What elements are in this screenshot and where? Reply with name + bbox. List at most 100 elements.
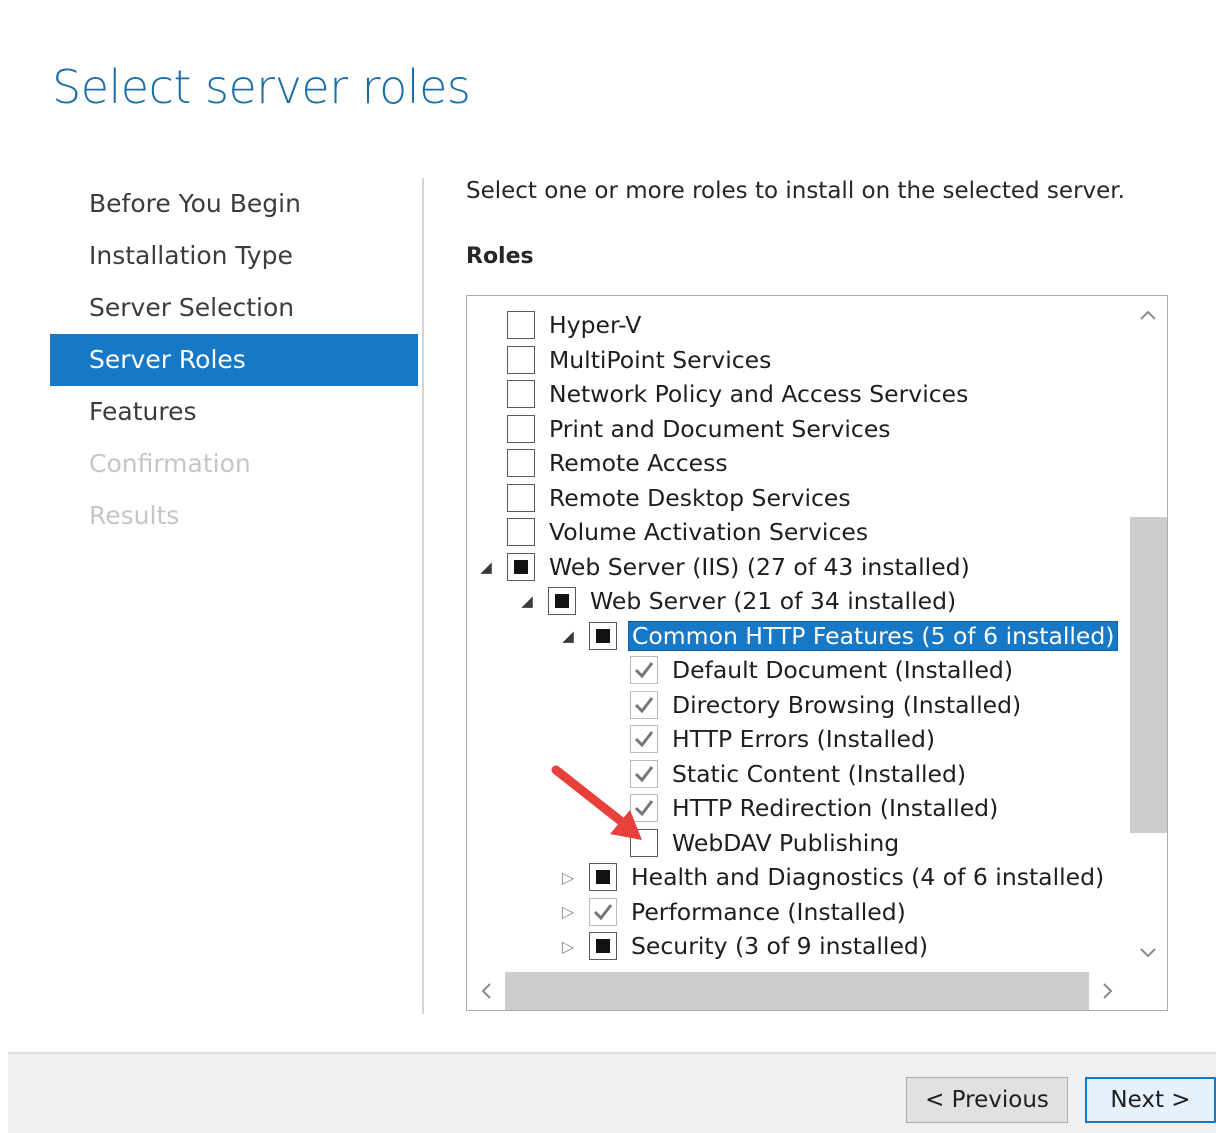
- vertical-scroll-thumb[interactable]: [1130, 517, 1167, 833]
- role-row[interactable]: HTTP Errors (Installed): [598, 722, 935, 756]
- horizontal-scroll-thumb[interactable]: [505, 972, 1089, 1010]
- role-row[interactable]: ◢ Web Server (IIS) (27 of 43 installed): [475, 550, 970, 584]
- scrollbar-corner: [1129, 972, 1167, 1010]
- checkbox-unchecked[interactable]: [507, 345, 535, 374]
- checkbox-indeterminate[interactable]: [589, 863, 617, 891]
- checkbox-unchecked[interactable]: [507, 311, 535, 339]
- role-label[interactable]: Network Policy and Access Services: [549, 380, 968, 408]
- role-row[interactable]: Directory Browsing (Installed): [598, 688, 1021, 722]
- collapsed-triangle-icon[interactable]: ▷: [557, 860, 579, 894]
- roles-label: Roles: [466, 244, 534, 269]
- checkbox-checked-disabled: [589, 897, 617, 926]
- nav-divider: [422, 178, 424, 1014]
- horizontal-scrollbar[interactable]: [467, 972, 1127, 1010]
- nav-item-server-roles[interactable]: Server Roles: [50, 334, 418, 386]
- role-label[interactable]: MultiPoint Services: [549, 346, 771, 374]
- chevron-down-icon[interactable]: [1129, 934, 1167, 972]
- checkbox-checked-disabled: [630, 656, 658, 684]
- role-label[interactable]: HTTP Redirection (Installed): [672, 794, 998, 822]
- next-button[interactable]: Next >: [1085, 1077, 1216, 1123]
- checkbox-checked-disabled: [630, 690, 658, 719]
- role-label[interactable]: Volume Activation Services: [549, 518, 868, 546]
- wizard-page: Select server roles Before You Begin Inst…: [8, 6, 1216, 1133]
- role-row[interactable]: Volume Activation Services: [475, 515, 868, 549]
- role-label[interactable]: Web Server (21 of 34 installed): [590, 587, 956, 615]
- checkbox-unchecked[interactable]: [507, 414, 535, 443]
- role-label[interactable]: Security (3 of 9 installed): [631, 932, 928, 960]
- role-row[interactable]: ◢ Common HTTP Features (5 of 6 installed): [557, 619, 1119, 653]
- role-label[interactable]: WebDAV Publishing: [672, 829, 899, 857]
- role-row[interactable]: Remote Access: [475, 446, 728, 480]
- expanded-triangle-icon[interactable]: ◢: [557, 619, 579, 653]
- indeterminate-mark: [596, 628, 610, 643]
- role-label[interactable]: Web Server (IIS) (27 of 43 installed): [549, 553, 970, 581]
- nav-item-confirmation: Confirmation: [89, 449, 251, 478]
- role-label[interactable]: Directory Browsing (Installed): [672, 691, 1021, 719]
- role-label[interactable]: HTTP Errors (Installed): [672, 725, 935, 753]
- nav-item-installation-type[interactable]: Installation Type: [50, 230, 418, 282]
- checkmark-icon: [634, 662, 654, 679]
- role-row[interactable]: ▷ Health and Diagnostics (4 of 6 installe…: [557, 860, 1104, 894]
- nav-item-server-selection[interactable]: Server Selection: [50, 282, 418, 334]
- checkbox-indeterminate[interactable]: [589, 932, 617, 960]
- checkbox-unchecked[interactable]: [507, 518, 535, 546]
- checkbox-unchecked[interactable]: [507, 380, 535, 408]
- indeterminate-mark: [596, 939, 610, 953]
- role-label[interactable]: Hyper-V: [549, 311, 641, 339]
- role-label[interactable]: Remote Access: [549, 449, 728, 477]
- role-row[interactable]: Default Document (Installed): [598, 653, 1013, 687]
- checkbox-unchecked[interactable]: [507, 449, 535, 477]
- role-label[interactable]: Default Document (Installed): [672, 656, 1013, 684]
- role-label[interactable]: Remote Desktop Services: [549, 484, 851, 512]
- checkbox-indeterminate[interactable]: [589, 621, 617, 650]
- role-row[interactable]: Remote Desktop Services: [475, 481, 851, 515]
- role-row[interactable]: ◢ Web Server (21 of 34 installed): [516, 584, 956, 618]
- chevron-up-icon[interactable]: [1129, 296, 1167, 334]
- role-label[interactable]: Static Content (Installed): [672, 760, 966, 788]
- checkbox-unchecked[interactable]: [630, 828, 658, 857]
- expanded-triangle-icon[interactable]: ◢: [475, 550, 497, 584]
- roles-tree[interactable]: Hyper-V MultiPoint Services Network Policy…: [466, 295, 1168, 1011]
- indeterminate-mark: [555, 594, 569, 608]
- checkmark-icon: [634, 696, 654, 713]
- indeterminate-mark: [514, 559, 528, 574]
- checkmark-icon: [634, 765, 654, 782]
- indeterminate-mark: [596, 870, 610, 884]
- checkmark-icon: [634, 731, 654, 748]
- checkbox-checked-disabled: [630, 725, 658, 753]
- role-row[interactable]: Hyper-V: [475, 308, 641, 342]
- role-row[interactable]: Static Content (Installed): [598, 757, 966, 791]
- checkbox-indeterminate[interactable]: [507, 552, 535, 581]
- nav-item-before-you-begin[interactable]: Before You Begin: [50, 178, 418, 230]
- role-row[interactable]: MultiPoint Services: [475, 343, 771, 377]
- chevron-right-icon[interactable]: [1089, 972, 1127, 1010]
- nav-item-features[interactable]: Features: [50, 386, 418, 438]
- wizard-nav: Before You Begin Installation Type Server …: [50, 178, 418, 542]
- collapsed-triangle-icon[interactable]: ▷: [557, 929, 579, 963]
- role-label[interactable]: Performance (Installed): [631, 898, 906, 926]
- collapsed-triangle-icon[interactable]: ▷: [557, 895, 579, 929]
- role-row[interactable]: ▷ Security (3 of 9 installed): [557, 929, 928, 963]
- previous-button[interactable]: < Previous: [906, 1077, 1068, 1123]
- role-label[interactable]: Print and Document Services: [549, 415, 891, 443]
- role-label[interactable]: Health and Diagnostics (4 of 6 installed…: [631, 863, 1104, 891]
- vertical-scrollbar[interactable]: [1129, 296, 1167, 972]
- role-row[interactable]: HTTP Redirection (Installed): [598, 791, 998, 825]
- role-row[interactable]: WebDAV Publishing: [598, 826, 899, 860]
- role-row[interactable]: Network Policy and Access Services: [475, 377, 968, 411]
- role-label[interactable]: Common HTTP Features (5 of 6 installed): [628, 620, 1119, 651]
- role-row[interactable]: ▷ Performance (Installed): [557, 895, 906, 929]
- expanded-triangle-icon[interactable]: ◢: [516, 584, 538, 618]
- wizard-footer: < Previous Next >: [8, 1052, 1216, 1133]
- checkbox-indeterminate[interactable]: [548, 587, 576, 615]
- role-row[interactable]: Print and Document Services: [475, 412, 891, 446]
- checkbox-unchecked[interactable]: [507, 483, 535, 512]
- chevron-left-icon[interactable]: [467, 972, 505, 1010]
- instruction-text: Select one or more roles to install on t…: [466, 178, 1125, 204]
